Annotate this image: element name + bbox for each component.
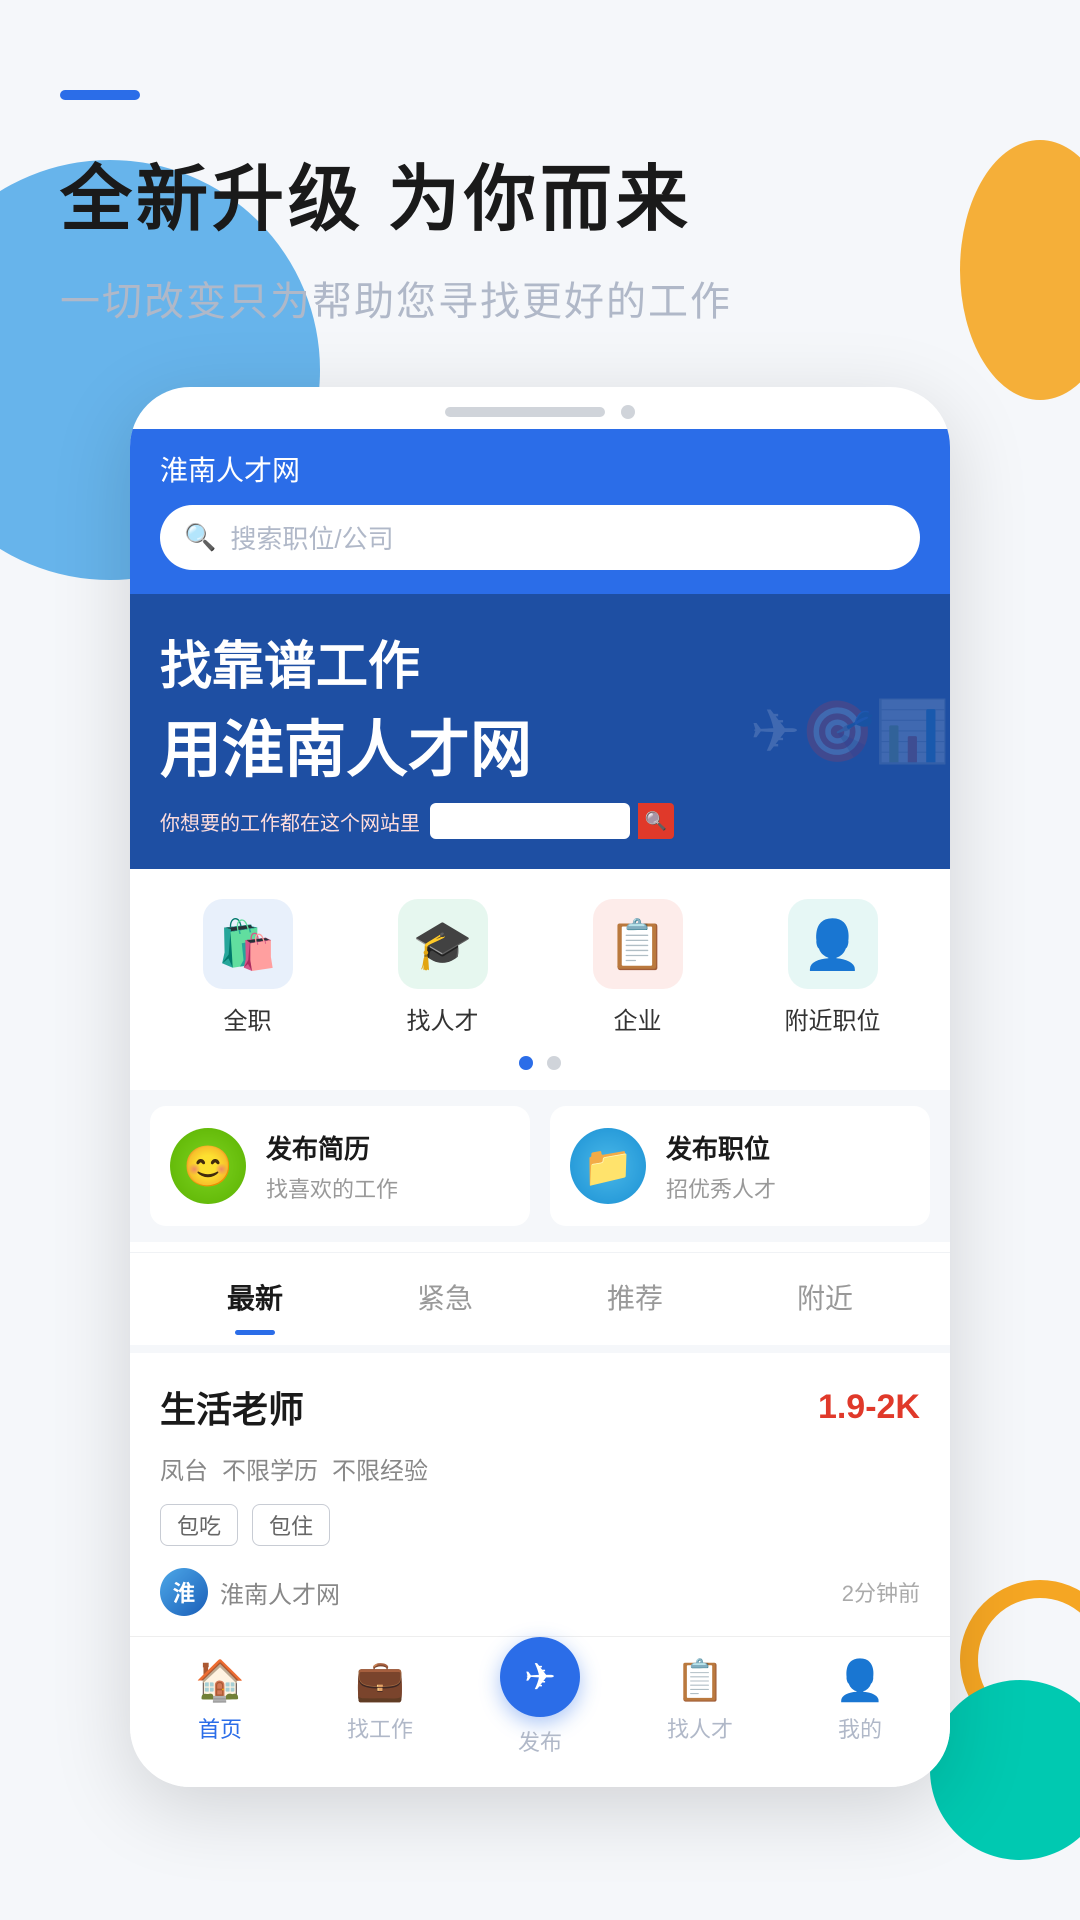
search-bar[interactable]: 🔍 搜索职位/公司: [160, 505, 920, 570]
nav-item-home[interactable]: 🏠 首页: [160, 1657, 280, 1757]
job-badge-eat: 包吃: [160, 1504, 238, 1546]
job-company-row: 淮 淮南人才网: [160, 1568, 340, 1616]
tab-zuixin[interactable]: 最新: [160, 1253, 350, 1335]
category-icon-zhaorencai: 🎓: [398, 899, 488, 989]
notch-dot: [621, 405, 635, 419]
category-icon-qiye: 📋: [593, 899, 683, 989]
action-card-job[interactable]: 📁 发布职位 招优秀人才: [550, 1106, 930, 1226]
publish-icon: ✈: [500, 1637, 580, 1717]
job-tag-experience: 不限经验: [332, 1451, 428, 1486]
tab-jinji[interactable]: 紧急: [350, 1253, 540, 1335]
job-icon: 📁: [570, 1128, 646, 1204]
tab-tuijian[interactable]: 推荐: [540, 1253, 730, 1335]
nav-label-jobs: 找工作: [347, 1712, 413, 1744]
resume-subtitle: 找喜欢的工作: [266, 1172, 398, 1204]
dot-1[interactable]: [519, 1056, 533, 1070]
banner-search-row: 你想要的工作都在这个网站里 🔍: [160, 803, 674, 839]
banner-label: 你想要的工作都在这个网站里: [160, 807, 420, 836]
search-placeholder: 搜索职位/公司: [230, 519, 393, 556]
nav-item-jobs[interactable]: 💼 找工作: [320, 1657, 440, 1757]
jobs-icon: 💼: [355, 1657, 405, 1704]
category-item-qiye[interactable]: 📋 企业: [568, 899, 708, 1036]
notch-bar: [445, 407, 605, 417]
job-badge-live: 包住: [252, 1504, 330, 1546]
job-salary: 1.9-2K: [818, 1388, 920, 1427]
job-footer: 淮 淮南人才网 2分钟前: [160, 1568, 920, 1616]
category-label-qiye: 企业: [614, 1001, 662, 1036]
phone-notch: [130, 387, 950, 429]
category-label-fujin: 附近职位: [785, 1001, 881, 1036]
banner-line1: 找靠谱工作: [160, 624, 420, 699]
banner-search-box[interactable]: [430, 803, 630, 839]
job-post-subtitle: 招优秀人才: [666, 1172, 776, 1204]
app-topbar-title: 淮南人才网: [160, 449, 920, 489]
job-tag-education: 不限学历: [222, 1451, 318, 1486]
carousel-dots: [130, 1046, 950, 1090]
category-icon-fujin: 👤: [788, 899, 878, 989]
app-topbar: 淮南人才网 🔍 搜索职位/公司: [130, 429, 950, 594]
banner-search-icon[interactable]: 🔍: [638, 803, 674, 839]
profile-icon: 👤: [835, 1657, 885, 1704]
banner-decoration: ✈🎯📊: [750, 594, 950, 869]
phone-mockup: 淮南人才网 🔍 搜索职位/公司 找靠谱工作 用淮南人才网 你想要的工作都在这个网…: [130, 387, 950, 1787]
bottom-navigation: 🏠 首页 💼 找工作 ✈ 发布 📋 找人才 👤 我的: [130, 1636, 950, 1787]
header-title: 全新升级 为你而来: [60, 140, 1020, 245]
banner-line2: 用淮南人才网: [160, 699, 532, 789]
tab-underline: [235, 1330, 275, 1335]
category-item-zhaorencai[interactable]: 🎓 找人才: [373, 899, 513, 1036]
action-card-resume[interactable]: 😊 发布简历 找喜欢的工作: [150, 1106, 530, 1226]
job-badges: 包吃 包住: [160, 1504, 920, 1546]
category-icon-quanzhi: 🛍️: [203, 899, 293, 989]
nav-item-profile[interactable]: 👤 我的: [800, 1657, 920, 1757]
header-section: 全新升级 为你而来 一切改变只为帮助您寻找更好的工作: [0, 0, 1080, 327]
resume-title: 发布简历: [266, 1129, 398, 1166]
category-item-quanzhi[interactable]: 🛍️ 全职: [178, 899, 318, 1036]
header-subtitle: 一切改变只为帮助您寻找更好的工作: [60, 269, 1020, 327]
category-grid: 🛍️ 全职 🎓 找人才 📋 企业 👤 附近职位: [130, 869, 950, 1046]
category-label-zhaorencai: 找人才: [407, 1001, 479, 1036]
category-item-fujin[interactable]: 👤 附近职位: [763, 899, 903, 1036]
job-post-time: 2分钟前: [842, 1576, 920, 1608]
nav-label-publish: 发布: [518, 1725, 562, 1757]
nav-label-talent: 找人才: [667, 1712, 733, 1744]
talent-icon: 📋: [675, 1657, 725, 1704]
job-tag-location: 凤台: [160, 1451, 208, 1486]
nav-label-home: 首页: [198, 1712, 242, 1744]
job-title: 生活老师: [160, 1381, 304, 1433]
tab-fujin[interactable]: 附近: [730, 1253, 920, 1335]
resume-icon: 😊: [170, 1128, 246, 1204]
action-cards: 😊 发布简历 找喜欢的工作 📁 发布职位 招优秀人才: [130, 1090, 950, 1242]
search-icon: 🔍: [184, 522, 216, 553]
category-label-quanzhi: 全职: [224, 1001, 272, 1036]
job-tags: 凤台 不限学历 不限经验: [160, 1451, 920, 1486]
job-card-top: 生活老师 1.9-2K: [160, 1381, 920, 1433]
job-card[interactable]: 生活老师 1.9-2K 凤台 不限学历 不限经验 包吃 包住 淮 淮南人才网 2…: [130, 1345, 950, 1636]
bg-decoration-teal-circle: [930, 1680, 1080, 1860]
home-icon: 🏠: [195, 1657, 245, 1704]
nav-item-publish[interactable]: ✈ 发布: [480, 1657, 600, 1757]
company-name: 淮南人才网: [220, 1575, 340, 1610]
nav-label-profile: 我的: [838, 1712, 882, 1744]
app-banner: 找靠谱工作 用淮南人才网 你想要的工作都在这个网站里 🔍 ✈🎯📊: [130, 594, 950, 869]
job-tabs: 最新 紧急 推荐 附近: [130, 1252, 950, 1335]
dot-2[interactable]: [547, 1056, 561, 1070]
resume-texts: 发布简历 找喜欢的工作: [266, 1129, 398, 1204]
header-dash: [60, 90, 140, 100]
nav-item-talent[interactable]: 📋 找人才: [640, 1657, 760, 1757]
company-logo: 淮: [160, 1568, 208, 1616]
job-post-title: 发布职位: [666, 1129, 776, 1166]
job-texts: 发布职位 招优秀人才: [666, 1129, 776, 1204]
